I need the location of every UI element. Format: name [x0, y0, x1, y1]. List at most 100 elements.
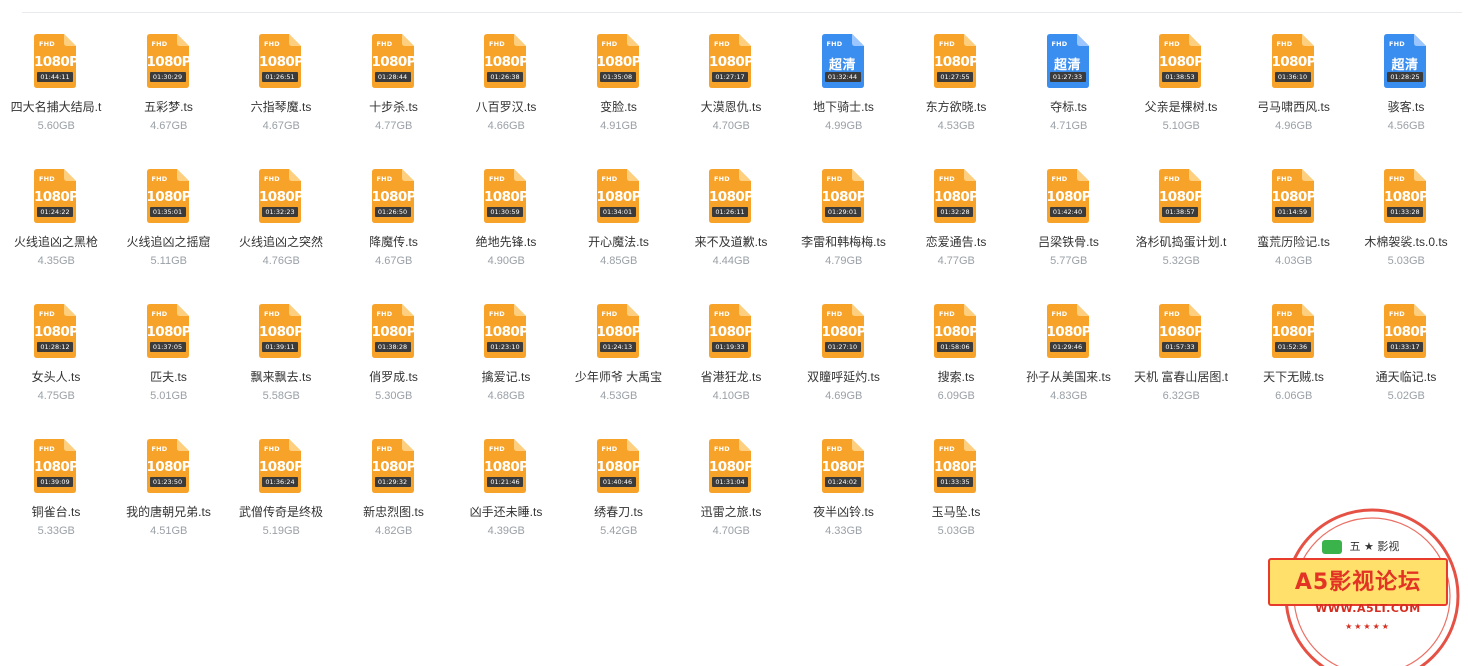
file-item[interactable]: FHD 1080P 01:29:01 李雷和韩梅梅.ts 4.79GB	[788, 165, 901, 300]
file-item[interactable]: FHD 1080P 01:24:13 少年师爷 大禹宝 4.53GB	[563, 300, 676, 435]
file-item[interactable]: FHD 1080P 01:27:10 双瞳呼延灼.ts 4.69GB	[788, 300, 901, 435]
file-item[interactable]: FHD 1080P 01:23:50 我的唐朝兄弟.ts 4.51GB	[113, 435, 226, 570]
video-file-icon: FHD 1080P 01:38:57	[1159, 169, 1204, 223]
file-size: 4.76GB	[262, 255, 300, 267]
file-item[interactable]: FHD 超清 01:32:44 地下骑士.ts 4.99GB	[788, 30, 901, 165]
duration-label: 01:31:04	[712, 477, 748, 487]
quality-badge: FHD	[1164, 40, 1180, 48]
file-item[interactable]: FHD 1080P 01:37:05 匹夫.ts 5.01GB	[113, 300, 226, 435]
duration-label: 01:26:50	[374, 207, 411, 217]
video-file-icon: FHD 1080P 01:33:17	[1384, 304, 1429, 358]
file-size: 5.58GB	[262, 390, 300, 402]
file-item[interactable]: FHD 1080P 01:30:29 五彩梦.ts 4.67GB	[113, 30, 226, 165]
file-item[interactable]: FHD 1080P 01:33:17 通天临记.ts 5.02GB	[1350, 300, 1463, 435]
file-item[interactable]: FHD 1080P 01:26:51 六指琴魔.ts 4.67GB	[225, 30, 338, 165]
file-item[interactable]: FHD 1080P 01:28:44 十步杀.ts 4.77GB	[338, 30, 451, 165]
file-item[interactable]: FHD 1080P 01:38:57 洛杉矶捣蛋计划.t 5.32GB	[1125, 165, 1238, 300]
video-file-icon: FHD 1080P 01:32:23	[259, 169, 304, 223]
file-item[interactable]: FHD 1080P 01:26:38 八百罗汉.ts 4.66GB	[450, 30, 563, 165]
file-item[interactable]: FHD 1080P 01:32:28 恋爱通告.ts 4.77GB	[900, 165, 1013, 300]
file-item[interactable]: FHD 1080P 01:38:53 父亲是棵树.ts 5.10GB	[1125, 30, 1238, 165]
file-item[interactable]: FHD 1080P 01:35:08 变脸.ts 4.91GB	[563, 30, 676, 165]
video-file-icon: FHD 1080P 01:32:28	[934, 169, 979, 223]
file-item[interactable]: FHD 1080P 01:36:10 弓马啸西风.ts 4.96GB	[1238, 30, 1351, 165]
file-name: 天机 富春山居图.t	[1133, 370, 1228, 384]
file-size: 5.60GB	[37, 120, 75, 132]
quality-badge: FHD	[714, 310, 730, 318]
file-item[interactable]: FHD 1080P 01:19:33 省港狂龙.ts 4.10GB	[675, 300, 788, 435]
file-size: 5.11GB	[150, 255, 188, 267]
file-item[interactable]: FHD 1080P 01:40:46 绣春刀.ts 5.42GB	[563, 435, 676, 570]
file-item[interactable]: FHD 1080P 01:26:50 降魔传.ts 4.67GB	[338, 165, 451, 300]
quality-badge: FHD	[1276, 175, 1293, 183]
file-grid: FHD 1080P 01:44:11 四大名捕大结局.t 5.60GB FHD 1080P 0…	[0, 30, 1463, 570]
video-file-icon: FHD 1080P 01:29:32	[371, 439, 417, 493]
resolution-label: 1080P	[34, 324, 79, 340]
duration-label: 01:30:29	[149, 72, 186, 82]
file-name: 通天临记.ts	[1375, 370, 1437, 384]
file-name: 新忠烈图.ts	[363, 505, 424, 519]
video-file-icon: FHD 1080P 01:40:46	[596, 439, 642, 493]
file-size: 4.03GB	[1275, 255, 1313, 267]
quality-badge: FHD	[1164, 310, 1180, 318]
file-item[interactable]: FHD 1080P 01:23:10 擒爱记.ts 4.68GB	[450, 300, 563, 435]
file-item[interactable]: FHD 1080P 01:33:35 玉马坠.ts 5.03GB	[900, 435, 1013, 570]
file-size: 4.68GB	[487, 390, 525, 402]
file-item[interactable]: FHD 1080P 01:52:36 天下无贼.ts 6.06GB	[1238, 300, 1351, 435]
resolution-label: 1080P	[1159, 54, 1204, 70]
file-item[interactable]: FHD 1080P 01:36:24 武僧传奇是终极 5.19GB	[225, 435, 338, 570]
file-item[interactable]: FHD 1080P 01:35:01 火线追凶之摇窟 5.11GB	[113, 165, 226, 300]
file-item[interactable]: FHD 1080P 01:14:59 蛮荒历险记.ts 4.03GB	[1238, 165, 1351, 300]
duration-label: 01:29:01	[824, 207, 861, 217]
file-item[interactable]: FHD 1080P 01:29:46 孙子从美国来.ts 4.83GB	[1013, 300, 1126, 435]
file-item[interactable]: FHD 1080P 01:21:46 凶手还未睡.ts 4.39GB	[450, 435, 563, 570]
file-item[interactable]: FHD 1080P 01:30:59 绝地先锋.ts 4.90GB	[450, 165, 563, 300]
file-item[interactable]: FHD 1080P 01:27:17 大漠恩仇.ts 4.70GB	[675, 30, 788, 165]
resolution-label: 超清	[1391, 58, 1419, 73]
file-item[interactable]: FHD 1080P 01:28:12 女头人.ts 4.75GB	[0, 300, 113, 435]
file-item[interactable]: FHD 1080P 01:58:06 搜索.ts 6.09GB	[900, 300, 1013, 435]
file-item[interactable]: FHD 超清 01:28:25 骇客.ts 4.56GB	[1350, 30, 1463, 165]
file-item[interactable]: FHD 1080P 01:29:32 新忠烈图.ts 4.82GB	[338, 435, 451, 570]
file-name: 绣春刀.ts	[594, 505, 643, 519]
file-item[interactable]: FHD 超清 01:27:33 夺标.ts 4.71GB	[1013, 30, 1126, 165]
duration-label: 01:35:01	[149, 207, 186, 217]
quality-badge: FHD	[1276, 40, 1293, 48]
resolution-label: 1080P	[934, 54, 979, 70]
file-item[interactable]: FHD 1080P 01:26:11 来不及道歉.ts 4.44GB	[675, 165, 788, 300]
file-size: 4.71GB	[1050, 120, 1088, 132]
quality-badge: FHD	[1051, 310, 1068, 318]
file-name: 李雷和韩梅梅.ts	[801, 235, 886, 249]
file-item[interactable]: FHD 1080P 01:24:22 火线追凶之黑枪 4.35GB	[0, 165, 113, 300]
quality-badge: FHD	[1164, 175, 1180, 183]
video-file-icon: FHD 1080P 01:44:11	[34, 34, 79, 88]
file-size: 5.10GB	[1162, 120, 1200, 132]
file-item[interactable]: FHD 1080P 01:39:11 飘来飘去.ts 5.58GB	[225, 300, 338, 435]
file-name: 孙子从美国来.ts	[1026, 370, 1111, 384]
file-size: 5.42GB	[600, 525, 638, 537]
file-item[interactable]: FHD 1080P 01:42:40 吕梁铁骨.ts 5.77GB	[1013, 165, 1126, 300]
file-item[interactable]: FHD 1080P 01:33:28 木棉袈裟.ts.0.ts 5.03GB	[1350, 165, 1463, 300]
file-item[interactable]: FHD 1080P 01:39:09 铜雀台.ts 5.33GB	[0, 435, 113, 570]
file-name: 匹夫.ts	[150, 370, 187, 384]
quality-badge: FHD	[826, 175, 843, 183]
file-item[interactable]: FHD 1080P 01:44:11 四大名捕大结局.t 5.60GB	[0, 30, 113, 165]
file-size: 6.09GB	[937, 390, 975, 402]
file-item[interactable]: FHD 1080P 01:24:02 夜半凶铃.ts 4.33GB	[788, 435, 901, 570]
quality-badge: FHD	[601, 175, 618, 183]
file-name: 女头人.ts	[31, 370, 81, 384]
file-size: 4.51GB	[150, 525, 188, 537]
video-file-icon: FHD 1080P 01:35:08	[596, 34, 642, 88]
file-item[interactable]: FHD 1080P 01:27:55 东方欲晓.ts 4.53GB	[900, 30, 1013, 165]
file-item[interactable]: FHD 1080P 01:32:23 火线追凶之突然 4.76GB	[225, 165, 338, 300]
file-item[interactable]: FHD 1080P 01:31:04 迅雷之旅.ts 4.70GB	[675, 435, 788, 570]
file-item[interactable]: FHD 1080P 01:38:28 俏罗成.ts 5.30GB	[338, 300, 451, 435]
resolution-label: 1080P	[34, 189, 79, 205]
file-name: 来不及道歉.ts	[694, 235, 768, 249]
duration-label: 01:34:01	[599, 207, 636, 217]
file-item[interactable]: FHD 1080P 01:57:33 天机 富春山居图.t 6.32GB	[1125, 300, 1238, 435]
resolution-label: 1080P	[146, 189, 192, 205]
file-item[interactable]: FHD 1080P 01:34:01 开心魔法.ts 4.85GB	[563, 165, 676, 300]
resolution-label: 1080P	[596, 54, 642, 70]
resolution-label: 1080P	[259, 324, 304, 340]
